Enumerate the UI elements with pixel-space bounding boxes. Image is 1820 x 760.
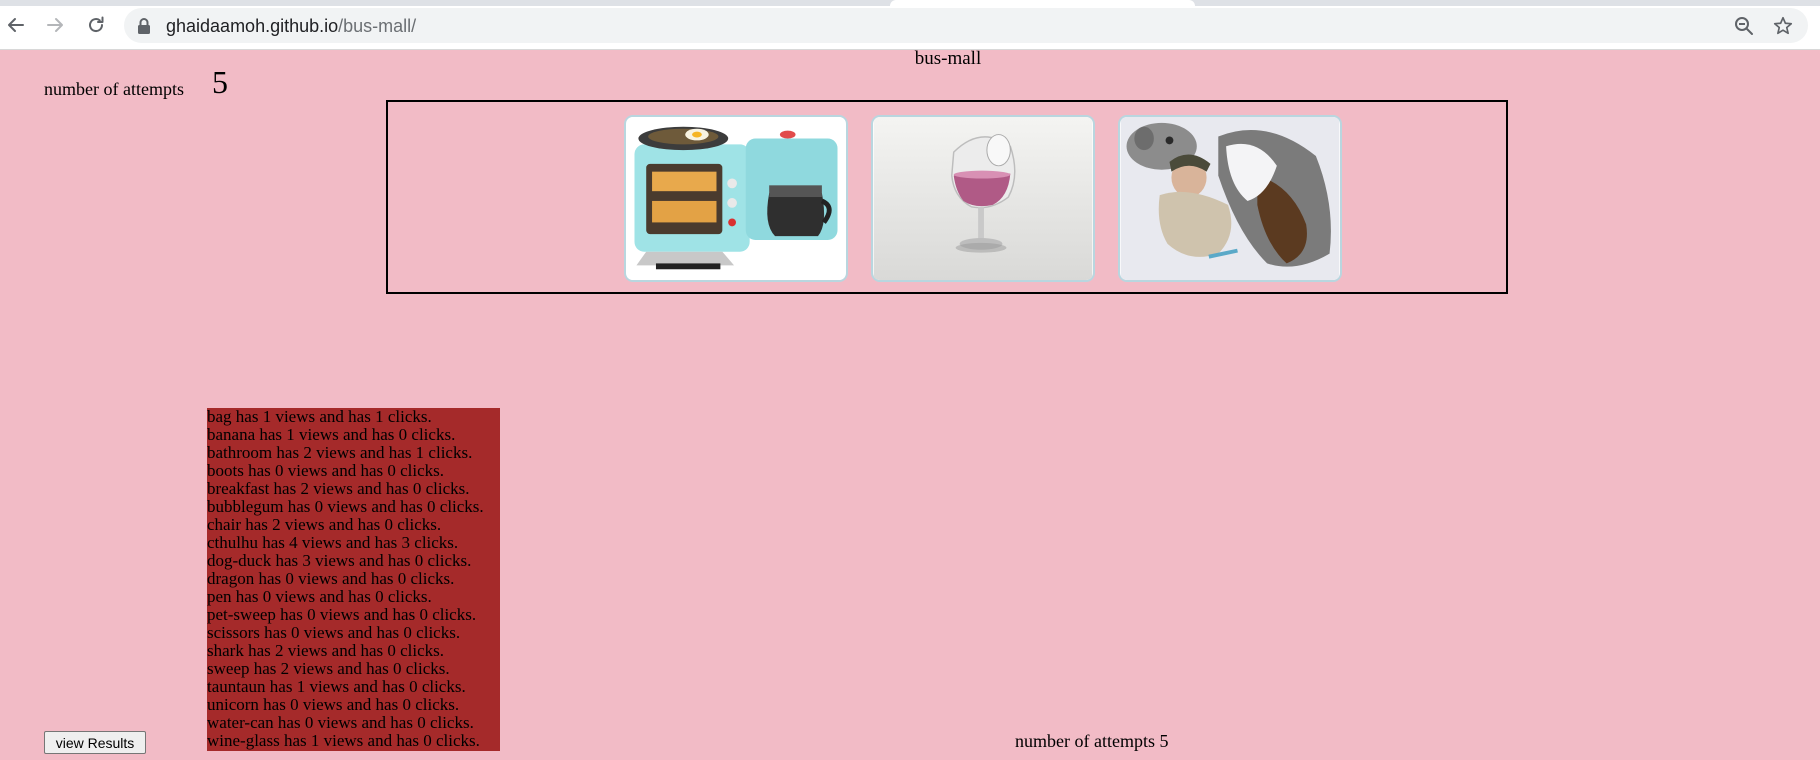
product-image-breakfast[interactable]	[624, 115, 848, 282]
footer-attempts-text: number of attempts 5	[1015, 731, 1169, 751]
result-item: chair has 2 views and has 0 clicks.	[207, 515, 442, 534]
back-arrow-icon	[8, 18, 24, 32]
result-item: bathroom has 2 views and has 1 clicks.	[207, 443, 473, 462]
result-item: wine-glass has 1 views and has 0 clicks.	[207, 731, 480, 750]
product-images-container	[386, 100, 1508, 294]
result-item: sweep has 2 views and has 0 clicks.	[207, 659, 450, 678]
address-bar[interactable]: ghaidaamoh.github.io/bus-mall/	[124, 8, 1808, 43]
result-item: pet-sweep has 0 views and has 0 clicks.	[207, 605, 477, 624]
star-icon[interactable]	[1772, 15, 1794, 37]
page-title: bus-mall	[914, 48, 982, 69]
back-button[interactable]	[2, 11, 30, 39]
result-item: tauntaun has 1 views and has 0 clicks.	[207, 677, 466, 696]
lock-icon[interactable]	[136, 17, 152, 35]
results-list: bag has 1 views and has 1 clicks. banana …	[207, 408, 500, 751]
browser-toolbar: ghaidaamoh.github.io/bus-mall/	[0, 0, 1820, 50]
result-item: boots has 0 views and has 0 clicks.	[207, 461, 445, 480]
result-item: bubblegum has 0 views and has 0 clicks.	[207, 497, 484, 516]
result-item: breakfast has 2 views and has 0 clicks.	[207, 479, 470, 498]
result-item: scissors has 0 views and has 0 clicks.	[207, 623, 461, 642]
result-item: banana has 1 views and has 0 clicks.	[207, 425, 456, 444]
attempts-count: 5	[212, 64, 228, 100]
forward-button[interactable]	[41, 11, 69, 39]
view-results-button[interactable]: view Results	[44, 731, 146, 754]
tauntaun-image	[1120, 117, 1340, 280]
tab-strip	[0, 0, 1820, 6]
result-item: dog-duck has 3 views and has 0 clicks.	[207, 551, 472, 570]
breakfast-image	[626, 117, 846, 280]
url-host: ghaidaamoh.github.io	[166, 16, 339, 36]
reload-button[interactable]	[82, 11, 110, 39]
result-item: cthulhu has 4 views and has 3 clicks.	[207, 533, 459, 552]
url-text[interactable]: ghaidaamoh.github.io/bus-mall/	[166, 16, 416, 37]
result-item: shark has 2 views and has 0 clicks.	[207, 641, 445, 660]
result-item: water-can has 0 views and has 0 clicks.	[207, 713, 474, 732]
url-path: /bus-mall/	[338, 16, 417, 36]
result-item: dragon has 0 views and has 0 clicks.	[207, 569, 455, 588]
product-image-tauntaun[interactable]	[1118, 115, 1342, 282]
wine-glass-image	[873, 117, 1093, 280]
result-item: pen has 0 views and has 0 clicks.	[207, 587, 432, 606]
attempts-label: number of attempts	[44, 79, 184, 99]
product-image-wine-glass[interactable]	[871, 115, 1095, 282]
result-item: unicorn has 0 views and has 0 clicks.	[207, 695, 460, 714]
forward-arrow-icon	[47, 18, 63, 32]
result-item: bag has 1 views and has 1 clicks.	[207, 408, 432, 426]
zoom-out-icon[interactable]	[1734, 16, 1754, 36]
reload-icon	[89, 16, 104, 33]
active-tab[interactable]	[890, 0, 1195, 6]
